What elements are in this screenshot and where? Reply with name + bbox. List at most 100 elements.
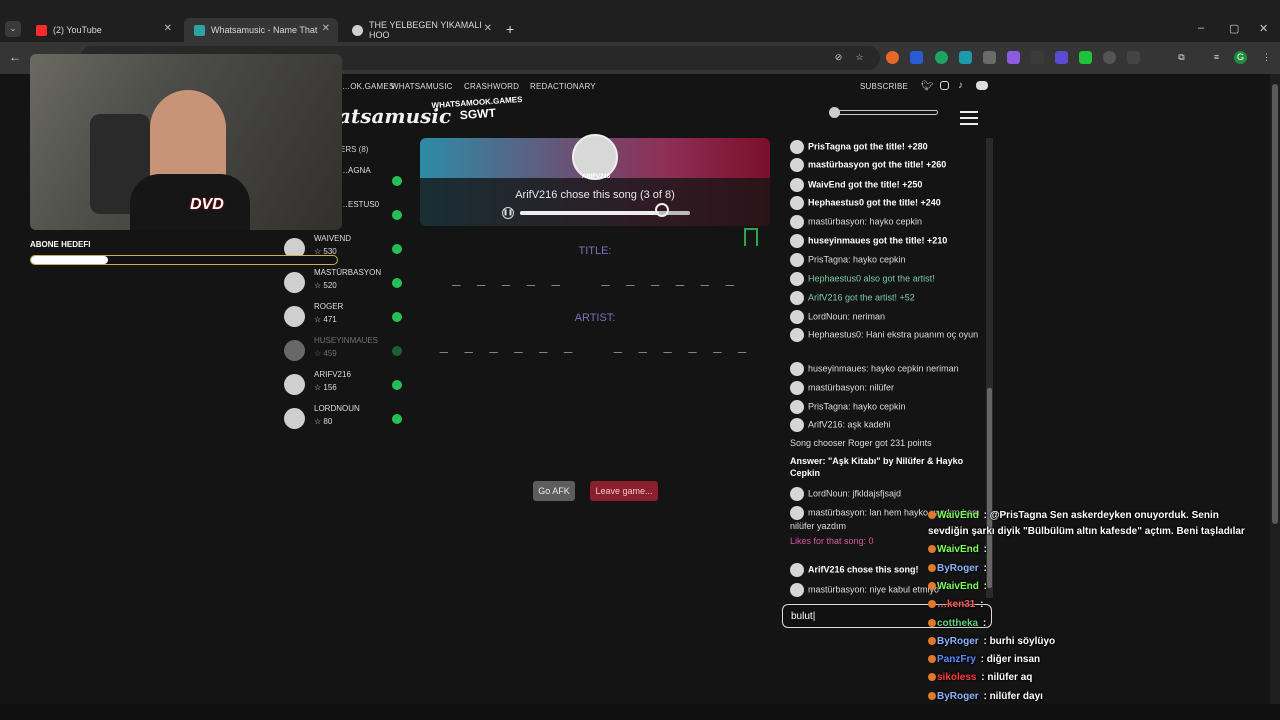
tab-yelbegen[interactable]: THE YELBEGEN YIKAMALI HOO ✕ [342,18,500,42]
close-tab-icon[interactable]: ✕ [164,23,172,34]
volume-knob[interactable] [829,107,840,118]
twitch-message: ByRoger : burhi söylüyo [928,636,1055,647]
tab-whatsamusic[interactable]: Whatsamusic - Name That ✕ [184,18,338,42]
nav-subscribe[interactable]: SUBSCRIBE [860,82,908,91]
avatar [790,140,804,154]
song-status: ArifV216 chose this song (3 of 8) [515,189,675,201]
avatar [284,408,305,429]
twitter-icon[interactable]: 🐦︎ [921,81,934,92]
badge-icon [928,619,936,628]
page-scrollbar[interactable] [1270,74,1280,704]
chat-message: PrisTagna: hayko cepkin [790,400,982,414]
nav-crashword[interactable]: CRASHWORD [464,82,519,91]
extension-icon[interactable] [1079,51,1092,64]
instagram-icon[interactable] [940,81,949,90]
minimize-button[interactable]: – [1198,22,1204,34]
chat-message-text: Hephaestus0 also got the artist! [808,273,935,284]
nav-redactionary[interactable]: REDACTIONARY [530,82,596,91]
twitch-username: …ken31 [937,599,976,610]
chat-message-text: Likes for that song: 0 [790,536,874,546]
chat-message: Hephaestus0 also got the artist! [790,272,982,286]
extension-icon[interactable] [959,51,972,64]
chat-message-text: PrisTagna got the title! +280 [808,141,928,152]
separator: : [980,510,990,521]
extension-icon[interactable] [1055,51,1068,64]
avatar [790,234,804,248]
chat-message: huseyinmaues got the title! +210 [790,234,982,248]
player-name: ROGER [314,302,344,311]
nav-whatsamusic[interactable]: WHATSAMUSIC [391,82,453,91]
leave-game-button[interactable]: Leave game... [590,481,658,501]
back-button[interactable]: ← [9,50,21,64]
kebab-menu-icon[interactable]: ⋮ [1260,51,1273,64]
twitch-message-text: burhi söylüyo [989,636,1056,647]
avatar [790,196,804,210]
twitch-username: ByRoger [937,636,979,647]
nav-ok-games[interactable]: …OK.GAMES [342,82,394,91]
chat-message-text: mastürbasyon: niye kabul etmiyo [808,584,940,595]
chat-message: ArifV216: aşk kadehi [790,418,982,432]
bookmark-icon[interactable] [744,228,758,246]
puzzle-icon[interactable]: ⧉ [1175,51,1188,64]
close-window-button[interactable]: ✕ [1259,22,1268,35]
profile-avatar[interactable]: G [1234,51,1247,64]
pause-button[interactable]: ❚❚ [502,207,514,219]
avatar [790,178,804,192]
new-tab-button[interactable]: + [506,21,514,37]
player-name: WAIVEND [314,234,352,243]
discord-icon[interactable] [976,81,988,90]
close-tab-icon[interactable]: ✕ [322,23,330,34]
check-icon: ✓ [392,176,402,186]
twitch-message: WaivEnd : @PrisTagna Sen askerdeyken onu… [928,508,1248,540]
tab-youtube[interactable]: (2) YouTube ✕ [26,18,180,42]
youtube-icon [36,24,47,36]
chat-message: WaivEnd got the title! +250 [790,178,982,192]
close-tab-icon[interactable]: ✕ [484,23,492,34]
maximize-button[interactable]: ▢ [1229,22,1239,35]
score-value: 520 [323,281,337,290]
extension-icon[interactable] [910,51,923,64]
score-value: 471 [323,315,337,324]
chat-message-text: ArifV216 chose this song! [808,564,919,575]
tiktok-icon[interactable]: ♪ [958,80,963,91]
badge-icon [928,655,936,664]
chat-message: PrisTagna got the title! +280 [790,140,982,154]
song-progress-fill [520,211,660,215]
check-icon: ✓ [392,244,402,254]
go-afk-button[interactable]: Go AFK [533,481,575,501]
scrollbar-thumb[interactable] [1272,84,1278,524]
extension-icon[interactable] [1031,51,1044,64]
avatar [790,272,804,286]
extension-icon[interactable] [935,51,948,64]
star-icon[interactable]: ☆ [853,51,866,64]
avatar [790,158,804,172]
chat-message-text: Hephaestus0: Hani ekstra puanım oç oyun [808,329,979,340]
twitch-message: ByRoger : nilüfer dayı [928,691,1043,702]
volume-slider[interactable] [829,107,938,118]
extension-icon[interactable] [1103,51,1116,64]
check-icon: ✓ [392,380,402,390]
avatar [790,506,804,520]
chat-message-text: ArifV216 got the artist! +52 [808,292,915,303]
chooser-name: ARIFV216 [581,174,610,180]
sub-goal-fill [31,256,108,264]
extension-icon[interactable] [886,51,899,64]
extension-icon[interactable] [1127,51,1140,64]
chat-message-text: Song chooser Roger got 231 points [790,438,932,448]
players-header: ERS (8) [340,145,369,154]
extension-icon[interactable] [983,51,996,64]
artist-label: ARTIST: [574,312,616,324]
hamburger-menu-icon[interactable] [960,111,978,125]
chat-message: mastürbasyon: nilüfer [790,381,982,395]
twitch-username: sikoless [937,672,977,683]
extension-icon[interactable] [1007,51,1020,64]
playlist-icon[interactable]: ≡ [1210,51,1223,64]
twitch-message-text: nilüfer dayı [989,691,1043,702]
globe-icon [352,24,363,36]
twitch-username: ByRoger [937,563,979,574]
tab-search-button[interactable]: ⌄ [5,21,21,37]
eye-slash-icon[interactable]: ⊘ [832,51,845,64]
chat-message: ArifV216 got the artist! +52 [790,291,982,305]
twitch-message-text: nilüfer aq [987,672,1033,683]
chat-message: LordNoun: jfkldajsfjsajd [790,487,982,501]
